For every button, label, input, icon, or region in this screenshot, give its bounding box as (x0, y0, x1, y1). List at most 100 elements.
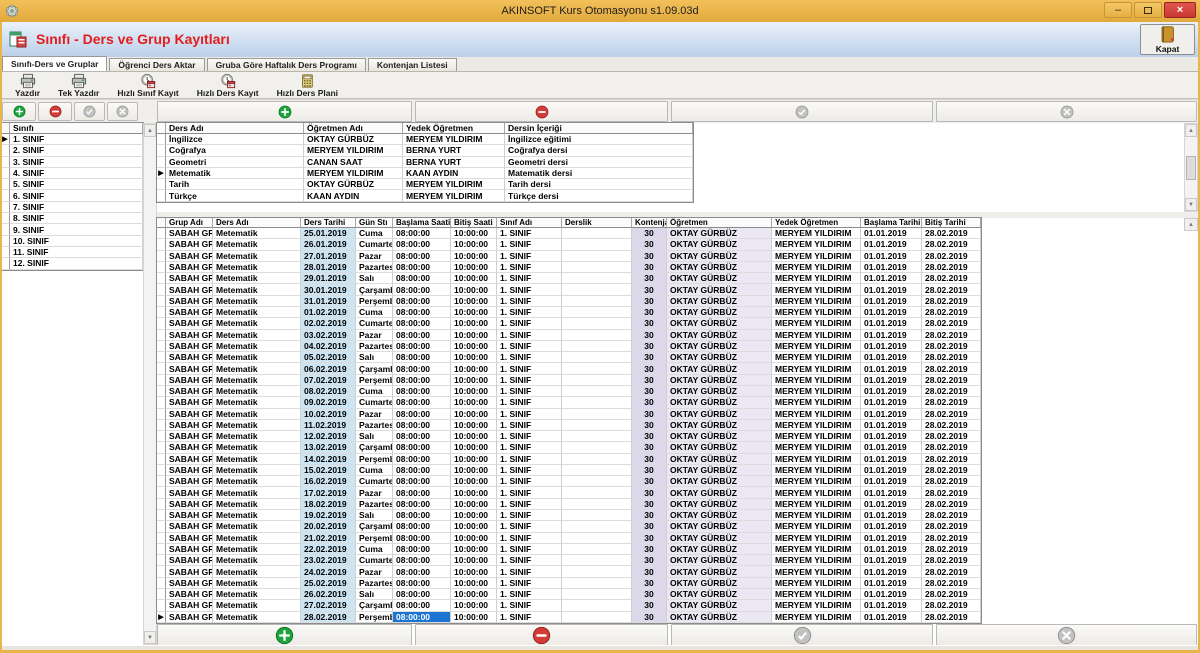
group-cell[interactable]: 30 (632, 555, 667, 566)
group-cell[interactable] (562, 296, 632, 307)
group-cell[interactable]: 01.01.2019 (861, 228, 922, 239)
course-scrollbar[interactable]: ▲ ▼ (1184, 123, 1198, 212)
group-cell[interactable]: Çarşamba (356, 600, 393, 611)
group-cell[interactable]: Metematik (213, 544, 301, 555)
group-cell[interactable]: 14.02.2019 (301, 454, 356, 465)
group-cell[interactable]: 28.02.2019 (922, 612, 981, 623)
group-cell[interactable]: 18.02.2019 (301, 499, 356, 510)
group-cell[interactable]: 30 (632, 600, 667, 611)
course-cell[interactable]: Metematik (166, 168, 304, 179)
group-cell[interactable]: 01.01.2019 (861, 239, 922, 250)
column-header-sinifi[interactable]: Sınıfı (10, 123, 143, 134)
group-cell[interactable]: SABAH GRUBU (166, 307, 213, 318)
group-cell[interactable]: 15.02.2019 (301, 465, 356, 476)
group-cell[interactable]: MERYEM YILDIRIM (772, 589, 861, 600)
column-header[interactable]: Öğretmen (667, 218, 772, 228)
group-cell[interactable]: 01.01.2019 (861, 499, 922, 510)
group-cell[interactable] (562, 566, 632, 577)
group-cell[interactable]: 08:00:00 (393, 476, 451, 487)
group-cell[interactable]: 28.02.2019 (922, 578, 981, 589)
group-cell[interactable]: 28.02.2019 (922, 386, 981, 397)
group-cell[interactable]: MERYEM YILDIRIM (772, 465, 861, 476)
course-cell[interactable]: Geometri dersi (505, 157, 693, 168)
group-cell[interactable]: MERYEM YILDIRIM (772, 397, 861, 408)
group-cell[interactable]: 30 (632, 330, 667, 341)
group-cell[interactable]: 30 (632, 239, 667, 250)
group-cell[interactable]: Cumartesi (356, 318, 393, 329)
course-cell[interactable]: MERYEM YILDIRIM (403, 134, 505, 145)
group-cell[interactable]: Metematik (213, 612, 301, 623)
group-cell[interactable]: 04.02.2019 (301, 341, 356, 352)
group-cell[interactable]: OKTAY GÜRBÜZ (667, 239, 772, 250)
group-cell[interactable]: 29.01.2019 (301, 273, 356, 284)
group-cell[interactable]: 1. SINIF (497, 262, 562, 273)
group-cell[interactable]: Metematik (213, 352, 301, 363)
group-cell[interactable]: Cumartesi (356, 476, 393, 487)
list-item[interactable]: 5. SINIF (1, 179, 143, 190)
group-cell[interactable]: 1. SINIF (497, 318, 562, 329)
group-cell[interactable]: 30 (632, 375, 667, 386)
group-cell[interactable] (562, 352, 632, 363)
group-cell[interactable]: 10:00:00 (451, 251, 497, 262)
table-row[interactable]: SABAH GRUBUMetematik29.01.2019Salı08:00:… (157, 273, 981, 284)
tab-sinif-ders-ve-gruplar[interactable]: Sınıfı-Ders ve Gruplar (2, 56, 107, 71)
group-cell[interactable]: 1. SINIF (497, 239, 562, 250)
group-cell[interactable]: 28.02.2019 (922, 262, 981, 273)
group-cell[interactable]: 08.02.2019 (301, 386, 356, 397)
group-cell[interactable]: 10:00:00 (451, 555, 497, 566)
group-cell[interactable]: SABAH GRUBU (166, 454, 213, 465)
group-cell[interactable]: 10:00:00 (451, 409, 497, 420)
column-header[interactable]: Başlama Saati (393, 218, 451, 228)
group-cell[interactable]: 1. SINIF (497, 251, 562, 262)
group-cell[interactable]: OKTAY GÜRBÜZ (667, 442, 772, 453)
group-cell[interactable]: SABAH GRUBU (166, 284, 213, 295)
column-header[interactable]: Derslik (562, 218, 632, 228)
group-cell[interactable]: Metematik (213, 330, 301, 341)
group-cell[interactable] (562, 251, 632, 262)
list-item[interactable]: 8. SINIF (1, 213, 143, 224)
group-cell[interactable]: Cuma (356, 386, 393, 397)
group-cell[interactable]: MERYEM YILDIRIM (772, 510, 861, 521)
group-cell[interactable]: 10:00:00 (451, 431, 497, 442)
group-cell[interactable]: OKTAY GÜRBÜZ (667, 465, 772, 476)
table-row[interactable]: SABAH GRUBUMetematik05.02.2019Salı08:00:… (157, 352, 981, 363)
group-cell[interactable]: MERYEM YILDIRIM (772, 431, 861, 442)
column-header[interactable]: Ders Tarihi (301, 218, 356, 228)
group-cell[interactable]: 10:00:00 (451, 307, 497, 318)
group-cell[interactable]: MERYEM YILDIRIM (772, 420, 861, 431)
group-cell[interactable]: SABAH GRUBU (166, 397, 213, 408)
group-cell[interactable]: OKTAY GÜRBÜZ (667, 228, 772, 239)
group-cell[interactable]: 1. SINIF (497, 589, 562, 600)
group-cell[interactable]: 30 (632, 465, 667, 476)
group-cell[interactable]: 05.02.2019 (301, 352, 356, 363)
group-cell[interactable]: 28.02.2019 (922, 442, 981, 453)
group-cell[interactable]: 08:00:00 (393, 318, 451, 329)
group-cell[interactable]: Metematik (213, 431, 301, 442)
group-cell[interactable]: MERYEM YILDIRIM (772, 566, 861, 577)
group-cell[interactable]: 01.01.2019 (861, 386, 922, 397)
group-cell[interactable]: Metematik (213, 228, 301, 239)
group-cell[interactable]: 28.02.2019 (922, 397, 981, 408)
class-name-cell[interactable]: 10. SINIF (10, 236, 143, 247)
table-row[interactable]: SABAH GRUBUMetematik08.02.2019Cuma08:00:… (157, 386, 981, 397)
group-cell[interactable]: 28.02.2019 (922, 363, 981, 374)
group-cell[interactable]: SABAH GRUBU (166, 273, 213, 284)
group-cell[interactable]: 31.01.2019 (301, 296, 356, 307)
tab-gruba-gore-haftalik-ders-programi[interactable]: Gruba Göre Haftalık Ders Programı (207, 58, 366, 71)
table-row[interactable]: SABAH GRUBUMetematik11.02.2019Pazartesi0… (157, 420, 981, 431)
group-cell[interactable]: 08:00:00 (393, 375, 451, 386)
group-cell[interactable]: 01.01.2019 (861, 521, 922, 532)
group-cell[interactable]: 30 (632, 612, 667, 623)
course-cell[interactable]: İngilizce eğitimi (505, 134, 693, 145)
group-cell[interactable]: Pazar (356, 330, 393, 341)
group-cell[interactable]: SABAH GRUBU (166, 476, 213, 487)
group-cell[interactable]: Pazartesi (356, 578, 393, 589)
group-cell[interactable]: MERYEM YILDIRIM (772, 499, 861, 510)
group-cell[interactable]: 1. SINIF (497, 454, 562, 465)
group-cell[interactable]: 01.01.2019 (861, 442, 922, 453)
group-cell[interactable]: MERYEM YILDIRIM (772, 409, 861, 420)
group-cell[interactable]: 01.01.2019 (861, 352, 922, 363)
group-cell[interactable] (562, 476, 632, 487)
group-cell[interactable]: 10:00:00 (451, 352, 497, 363)
group-cell[interactable] (562, 465, 632, 476)
